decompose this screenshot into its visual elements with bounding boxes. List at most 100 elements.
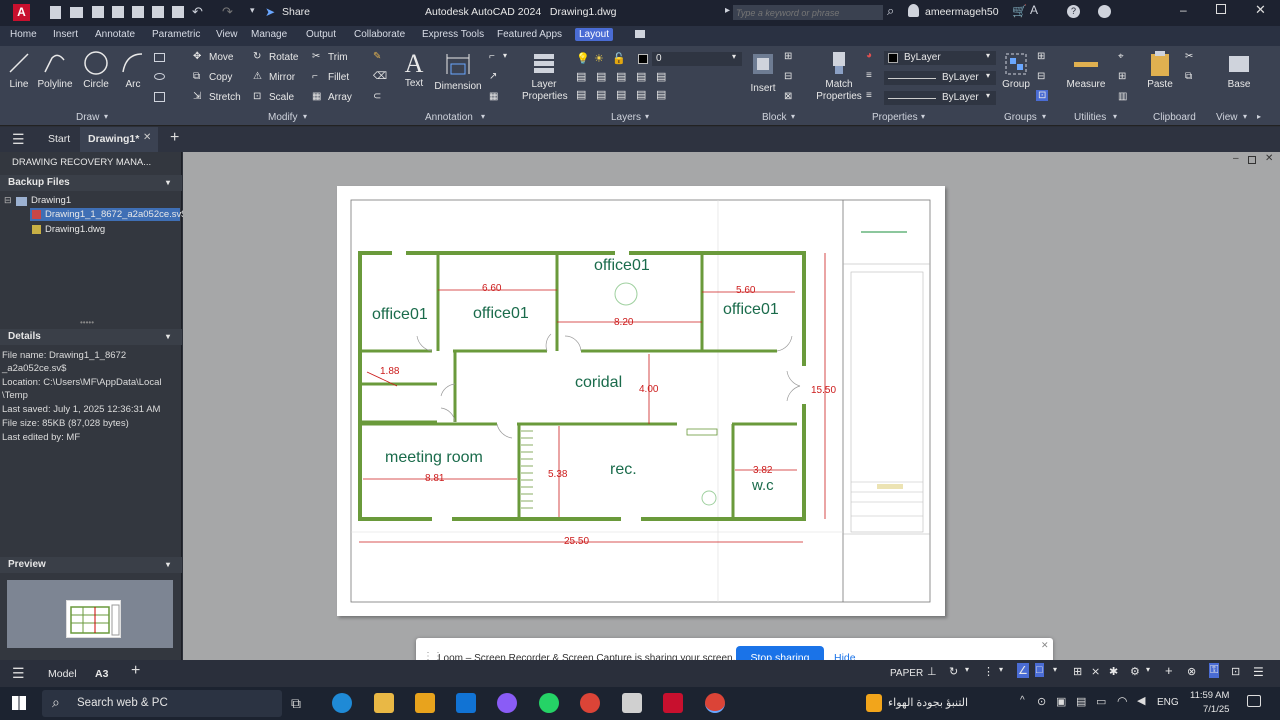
- plot-icon[interactable]: [172, 6, 184, 18]
- calculator-icon[interactable]: ▥: [1118, 91, 1127, 102]
- tree-item-backup[interactable]: Drawing1_1_8672_a2a052ce.sv$: [30, 208, 187, 221]
- ungroup-icon[interactable]: ⊞: [1037, 51, 1045, 62]
- menu-icon[interactable]: ☰: [12, 131, 25, 148]
- notifications-icon[interactable]: [1247, 695, 1261, 707]
- group-edit-icon[interactable]: ⊟: [1037, 71, 1045, 82]
- leader-icon[interactable]: ⌐: [489, 51, 495, 62]
- groups-group-label[interactable]: Groups: [1004, 112, 1037, 123]
- edge-icon[interactable]: [332, 693, 352, 713]
- chrome-icon[interactable]: [580, 693, 600, 713]
- copy-clip-icon[interactable]: ⧉: [1185, 71, 1192, 82]
- drawing1-tab[interactable]: Drawing1* ✕: [80, 127, 158, 152]
- move-button[interactable]: Move: [209, 52, 233, 63]
- layer-properties-button[interactable]: Layer Properties: [522, 50, 568, 103]
- tree-item-dwg[interactable]: Drawing1.dwg: [45, 224, 105, 235]
- layer-color-swatch[interactable]: [638, 54, 648, 64]
- search-input[interactable]: [733, 5, 883, 20]
- groups-chevron-icon[interactable]: ▾: [1042, 112, 1046, 121]
- dimension-text[interactable]: 6.60: [482, 283, 501, 294]
- transparency-icon[interactable]: ⨯: [1091, 665, 1100, 678]
- clapper-icon[interactable]: [622, 693, 642, 713]
- fullscreen-icon[interactable]: ⊡: [1231, 665, 1240, 678]
- task-view-icon[interactable]: ⧉: [291, 695, 301, 712]
- match-properties-button[interactable]: Match Properties: [814, 50, 864, 103]
- clock-date[interactable]: 7/1/25: [1203, 704, 1229, 715]
- room-label-rec[interactable]: rec.: [610, 461, 637, 479]
- color-dropdown[interactable]: ByLayer ▾: [884, 51, 996, 65]
- layer-tool5-icon[interactable]: ▤: [656, 70, 666, 83]
- polyline-button[interactable]: Polyline: [36, 50, 74, 90]
- select-all-icon[interactable]: ⊞: [1118, 71, 1126, 82]
- dimension-button[interactable]: Dimension: [433, 50, 483, 92]
- help-icon[interactable]: ?: [1067, 5, 1080, 18]
- dimension-text[interactable]: 25.50: [564, 536, 589, 547]
- attributes-icon[interactable]: ⊠: [784, 91, 792, 102]
- maximize-icon[interactable]: [1216, 4, 1226, 14]
- mirror-icon[interactable]: ⚠: [253, 71, 262, 82]
- trim-icon[interactable]: ✂: [312, 51, 320, 62]
- layer-tool9-icon[interactable]: ▤: [636, 88, 646, 101]
- tree-collapse-icon[interactable]: ⊟: [4, 195, 12, 206]
- paper-space-toggle[interactable]: PAPER: [890, 668, 923, 679]
- search-icon[interactable]: ⌕: [887, 3, 894, 19]
- new-tab-icon[interactable]: +: [170, 129, 179, 147]
- tab-view[interactable]: View: [216, 29, 238, 40]
- paste-button[interactable]: Paste: [1144, 50, 1176, 90]
- volume-icon[interactable]: ◀: [1137, 694, 1145, 707]
- line-button[interactable]: Line: [6, 50, 32, 90]
- viewport-restore-icon[interactable]: [1248, 156, 1256, 164]
- quick-select-icon[interactable]: ⌖: [1118, 51, 1124, 62]
- layer-tool4-icon[interactable]: ▤: [636, 70, 646, 83]
- draw-chevron-icon[interactable]: ▾: [104, 112, 108, 121]
- annotation-chevron-icon[interactable]: ▾: [481, 112, 485, 121]
- ortho-icon[interactable]: ⋮: [983, 665, 994, 678]
- splitter-grip[interactable]: •••••: [80, 318, 94, 327]
- layer-tool2-icon[interactable]: ▤: [596, 70, 606, 83]
- layout-tab-a3[interactable]: A3: [95, 668, 108, 680]
- layer-freeze-icon[interactable]: ☀: [594, 52, 604, 65]
- preview-header[interactable]: Preview ▾: [0, 557, 182, 573]
- language-indicator[interactable]: ENG: [1157, 697, 1179, 708]
- ellipse-icon[interactable]: [154, 73, 165, 80]
- dimension-text[interactable]: 15.50: [811, 385, 836, 396]
- dimension-text[interactable]: 5.60: [736, 285, 755, 296]
- dimension-text[interactable]: 8.81: [425, 473, 444, 484]
- close-icon[interactable]: ✕: [1255, 2, 1266, 18]
- chevron-right-icon[interactable]: ▸: [725, 5, 730, 16]
- tray-icon-1[interactable]: ⊙: [1037, 695, 1046, 708]
- user-icon[interactable]: [908, 4, 919, 17]
- add-layout-icon[interactable]: +: [131, 662, 140, 680]
- floor-plan[interactable]: [337, 186, 945, 616]
- scale-button[interactable]: Scale: [269, 92, 294, 103]
- copilot-icon[interactable]: [497, 693, 517, 713]
- room-label-meeting[interactable]: meeting room: [385, 449, 483, 467]
- measure-button[interactable]: Measure: [1064, 50, 1108, 90]
- lineweight-toggle-icon[interactable]: ⊞: [1073, 665, 1082, 678]
- minimize-icon[interactable]: –: [1180, 3, 1187, 17]
- osnap-icon[interactable]: □: [1035, 663, 1044, 677]
- polar-icon[interactable]: ∠: [1017, 663, 1029, 678]
- offset-icon[interactable]: ⊂: [373, 91, 381, 102]
- panel-toggle-icon[interactable]: [635, 30, 645, 38]
- tab-parametric[interactable]: Parametric: [152, 29, 200, 40]
- copy-icon[interactable]: ⧉: [193, 71, 200, 82]
- lineweight-icon[interactable]: ≡: [866, 70, 872, 81]
- username[interactable]: ameermageh50: [925, 6, 999, 18]
- web-mobile-icon[interactable]: [132, 6, 144, 18]
- weather-label[interactable]: التنبؤ بجودة الهواء: [888, 696, 968, 709]
- rectangle-icon[interactable]: [154, 53, 165, 62]
- show-hidden-icon[interactable]: ^: [1020, 695, 1025, 706]
- move-icon[interactable]: ✥: [193, 51, 201, 62]
- copy-button[interactable]: Copy: [209, 72, 232, 83]
- edit-block-icon[interactable]: ⊟: [784, 71, 792, 82]
- erase-icon[interactable]: ⌫: [373, 71, 387, 82]
- properties-chevron-icon[interactable]: ▾: [921, 112, 925, 121]
- stretch-button[interactable]: Stretch: [209, 92, 241, 103]
- hardware-accel-icon[interactable]: ⚿: [1209, 663, 1220, 678]
- array-button[interactable]: Array: [328, 92, 352, 103]
- cut-icon[interactable]: ✂: [1185, 51, 1193, 62]
- draw-group-label[interactable]: Draw: [76, 112, 99, 123]
- tray-icon-4[interactable]: ▭: [1096, 695, 1106, 708]
- details-header[interactable]: Details ▾: [0, 329, 182, 345]
- layer-tool8-icon[interactable]: ▤: [616, 88, 626, 101]
